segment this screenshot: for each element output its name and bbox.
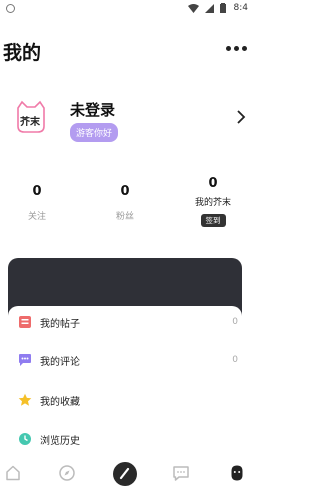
username: 未登录 [70,101,116,119]
menu-item-label: 我的评论 [40,356,80,368]
menu-card: 我的帖子 0 我的评论 0 我的收藏 浏览历史 [8,306,242,460]
status-icons [188,3,226,13]
stat-value: 0 [32,184,42,199]
battery-icon [220,3,226,13]
avatar[interactable]: 芥末 [12,100,50,140]
more-dot-icon [242,46,247,51]
menu-item-my-favorites[interactable]: 我的收藏 [18,390,238,410]
discover-icon[interactable] [58,464,76,482]
notification-dot-icon [6,4,15,13]
chevron-right-icon[interactable] [236,110,246,124]
wifi-icon [188,3,199,13]
stat-value: 0 [120,184,130,199]
menu-item-count: 0 [232,317,238,327]
stat-value: 0 [208,176,218,191]
history-icon [19,433,31,445]
sign-in-button[interactable]: 签到 [200,214,226,227]
menu-item-my-comments[interactable]: 我的评论 0 [18,350,238,370]
posts-icon [19,316,31,328]
stat-following[interactable]: 0 关注 [2,184,72,222]
menu-item-label: 我的收藏 [40,396,80,408]
more-dot-icon [234,46,239,51]
more-dot-icon [226,46,231,51]
message-icon[interactable] [172,464,190,482]
stat-my-jiemo[interactable]: 0 我的芥末 签到 [178,176,248,227]
menu-item-count: 0 [232,355,238,365]
menu-item-history[interactable]: 浏览历史 [18,429,238,449]
avatar-logo-text: 芥末 [20,117,40,128]
page-title: 我的 [3,42,42,64]
stat-label: 粉丝 [115,212,134,222]
signal-icon [205,3,214,13]
home-icon[interactable] [4,464,22,482]
star-icon [18,393,32,406]
status-time: 8:4 [233,3,248,13]
more-options-button[interactable] [226,46,247,51]
stat-label: 我的芥末 [194,198,231,208]
profile-icon[interactable] [228,464,246,482]
stat-followers[interactable]: 0 粉丝 [90,184,160,222]
bottom-tab-bar [0,456,250,500]
status-bar: 8:4 [0,0,250,18]
stat-label: 关注 [27,212,46,222]
post-icon[interactable] [112,461,138,487]
menu-item-label: 浏览历史 [40,435,80,447]
menu-item-my-posts[interactable]: 我的帖子 0 [18,312,238,332]
greeting-badge: 游客你好 [70,123,119,142]
comment-icon [19,354,31,366]
menu-item-label: 我的帖子 [40,318,80,330]
